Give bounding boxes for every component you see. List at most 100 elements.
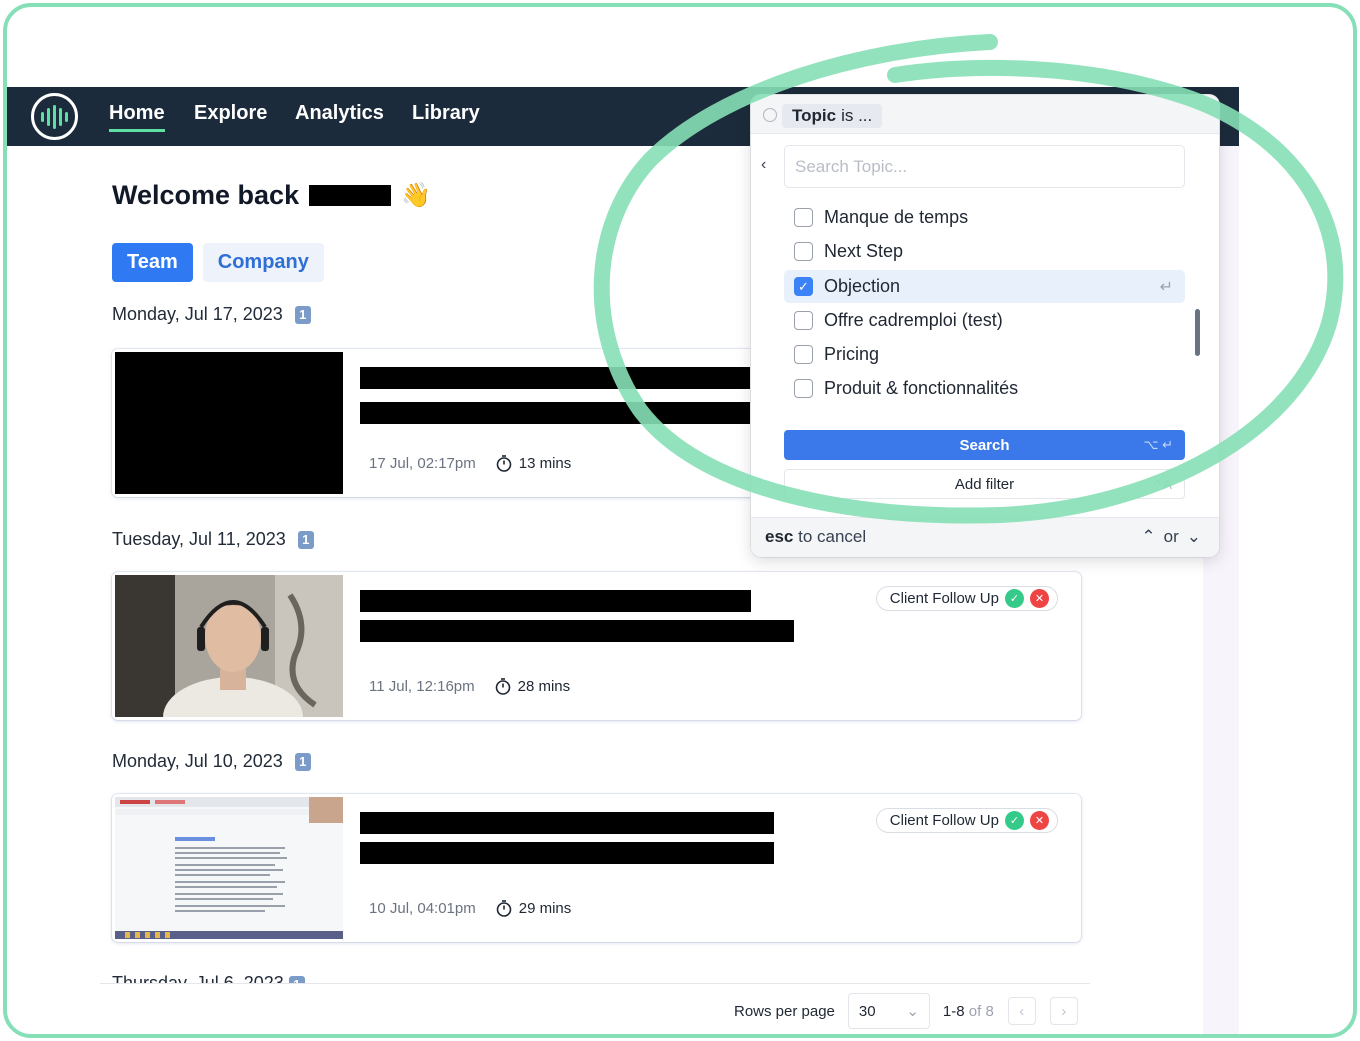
welcome-text: Welcome back xyxy=(112,180,300,210)
duration-text: 28 mins xyxy=(517,678,571,695)
participant-video-frame xyxy=(115,575,343,717)
date-header: Monday, Jul 17, 2023 1 xyxy=(112,304,311,325)
checkbox[interactable] xyxy=(794,242,813,261)
filter-chip[interactable]: Topic is ... xyxy=(782,104,883,128)
app-logo[interactable] xyxy=(31,93,78,140)
meeting-meta: 11 Jul, 12:16pm 28 mins xyxy=(369,678,570,695)
screen-share-frame xyxy=(115,797,343,939)
option-label: Objection xyxy=(824,276,901,296)
search-button-label: Search xyxy=(959,436,1010,454)
topic-option[interactable]: Manque de temps xyxy=(784,201,1185,234)
redacted-subtitle xyxy=(360,620,794,642)
meeting-meta: 10 Jul, 04:01pm 29 mins xyxy=(369,900,571,917)
meeting-thumbnail[interactable] xyxy=(115,797,343,939)
nav-analytics[interactable]: Analytics xyxy=(295,102,384,125)
esc-text: to cancel xyxy=(798,527,867,546)
checkbox[interactable] xyxy=(794,345,813,364)
back-chevron-icon[interactable]: ‹ xyxy=(761,156,766,174)
checkbox[interactable] xyxy=(794,311,813,330)
meeting-card[interactable]: Client Follow Up ✓ ✕ 10 Jul, 04:01pm 29 … xyxy=(112,794,1081,942)
options-scrollbar[interactable] xyxy=(1195,309,1200,356)
meeting-thumbnail[interactable] xyxy=(115,352,343,494)
topic-search-input[interactable] xyxy=(784,145,1185,188)
duration-text: 29 mins xyxy=(518,900,572,917)
topic-filter-popover: Topic is ... ‹ Manque de temps Next Step… xyxy=(751,95,1219,557)
meeting-time: 17 Jul, 02:17pm xyxy=(369,455,476,472)
tab-company[interactable]: Company xyxy=(202,243,324,282)
search-button[interactable]: Search ⌥ ↵ xyxy=(784,430,1185,460)
reject-tag-icon[interactable]: ✕ xyxy=(1030,589,1049,608)
filter-operator: is ... xyxy=(841,106,873,125)
checkbox[interactable] xyxy=(794,208,813,227)
nav-home[interactable]: Home xyxy=(109,102,165,132)
topic-option[interactable]: Next Step xyxy=(784,235,1185,268)
meeting-duration: 28 mins xyxy=(495,678,571,695)
duration-text: 13 mins xyxy=(518,455,572,472)
date-header-partial: Thursday, Jul 6, 2023 1 xyxy=(112,970,305,983)
nav-explore[interactable]: Explore xyxy=(194,102,267,125)
date-header: Tuesday, Jul 11, 2023 1 xyxy=(112,529,314,550)
checkbox-checked[interactable]: ✓ xyxy=(794,277,813,296)
option-label: Produit & fonctionnalités xyxy=(824,378,1019,398)
prev-page-button[interactable]: ‹ xyxy=(1007,997,1036,1025)
chevron-right-icon: › xyxy=(1061,1002,1067,1020)
date-header: Monday, Jul 10, 2023 1 xyxy=(112,751,311,772)
redacted-username xyxy=(309,185,392,206)
meeting-meta: 17 Jul, 02:17pm 13 mins xyxy=(369,455,571,472)
timer-icon xyxy=(495,678,510,695)
scope-tabs: Team Company xyxy=(112,243,324,282)
topic-option[interactable]: Produit & fonctionnalités xyxy=(784,372,1185,405)
meeting-thumbnail[interactable] xyxy=(115,575,343,717)
popover-footer: esc to cancel ⌃ or ⌄ xyxy=(751,517,1219,557)
checkbox[interactable] xyxy=(794,379,813,398)
date-label: Monday, Jul 17, 2023 xyxy=(112,304,283,324)
redacted-subtitle xyxy=(360,402,751,424)
divider xyxy=(100,983,1090,984)
chevron-up-icon: ⌃ xyxy=(1141,527,1156,546)
add-filter-button[interactable]: Add filter ^ A xyxy=(784,469,1185,499)
topic-option[interactable]: ✓ Objection ↵ xyxy=(784,270,1185,303)
rows-per-page-select[interactable]: 30 ⌄ xyxy=(847,993,930,1029)
or-text: or xyxy=(1163,527,1179,546)
nav-library[interactable]: Library xyxy=(412,102,480,125)
date-label: Monday, Jul 10, 2023 xyxy=(112,751,283,771)
pagination: Rows per page 30 ⌄ 1-8 of 8 ‹ › xyxy=(734,993,1078,1029)
topic-option[interactable]: Offre cadremploi (test) xyxy=(784,304,1185,337)
count-badge: 1 xyxy=(297,530,314,549)
tab-team[interactable]: Team xyxy=(112,243,193,282)
rows-per-page-label: Rows per page xyxy=(734,1002,835,1020)
confirm-tag-icon[interactable]: ✓ xyxy=(1005,811,1024,830)
date-label: Tuesday, Jul 11, 2023 xyxy=(112,529,286,549)
count-badge: 1 xyxy=(288,976,305,983)
meeting-duration: 13 mins xyxy=(496,455,572,472)
welcome-heading: Welcome back 👋 xyxy=(112,180,431,211)
reject-tag-icon[interactable]: ✕ xyxy=(1030,811,1049,830)
timer-icon xyxy=(496,455,512,472)
chevron-down-icon: ⌄ xyxy=(1186,527,1201,546)
enter-key-icon: ↵ xyxy=(1159,279,1173,296)
date-label: Thursday, Jul 6, 2023 xyxy=(112,973,284,983)
meeting-card[interactable]: Client Follow Up ✓ ✕ 11 Jul, 12:16pm 28 … xyxy=(112,572,1081,720)
next-page-button[interactable]: › xyxy=(1049,997,1078,1025)
page-range-value: 1-8 xyxy=(942,1002,965,1020)
esc-hint: esc to cancel xyxy=(765,527,866,547)
chevron-down-icon: ⌄ xyxy=(906,1003,919,1020)
page-total: of 8 xyxy=(968,1002,994,1020)
option-label: Manque de temps xyxy=(824,207,969,227)
topic-tag: Client Follow Up ✓ ✕ xyxy=(875,808,1058,833)
filter-query-bar[interactable]: Topic is ... xyxy=(751,95,1219,134)
option-label: Pricing xyxy=(824,344,880,364)
topic-tag: Client Follow Up ✓ ✕ xyxy=(875,586,1058,611)
meeting-duration: 29 mins xyxy=(496,900,572,917)
rows-per-page-value: 30 xyxy=(858,1002,876,1020)
esc-key: esc xyxy=(765,527,794,546)
timer-icon xyxy=(496,900,512,917)
wave-emoji: 👋 xyxy=(401,182,431,209)
search-shortcut: ⌥ ↵ xyxy=(1143,437,1174,452)
confirm-tag-icon[interactable]: ✓ xyxy=(1005,589,1024,608)
search-icon xyxy=(763,108,777,122)
topic-option[interactable]: Pricing xyxy=(784,338,1185,371)
filter-field: Topic xyxy=(792,106,837,125)
nav-keys-hint: ⌃ or ⌄ xyxy=(1141,527,1201,547)
redacted-subtitle xyxy=(360,842,774,864)
